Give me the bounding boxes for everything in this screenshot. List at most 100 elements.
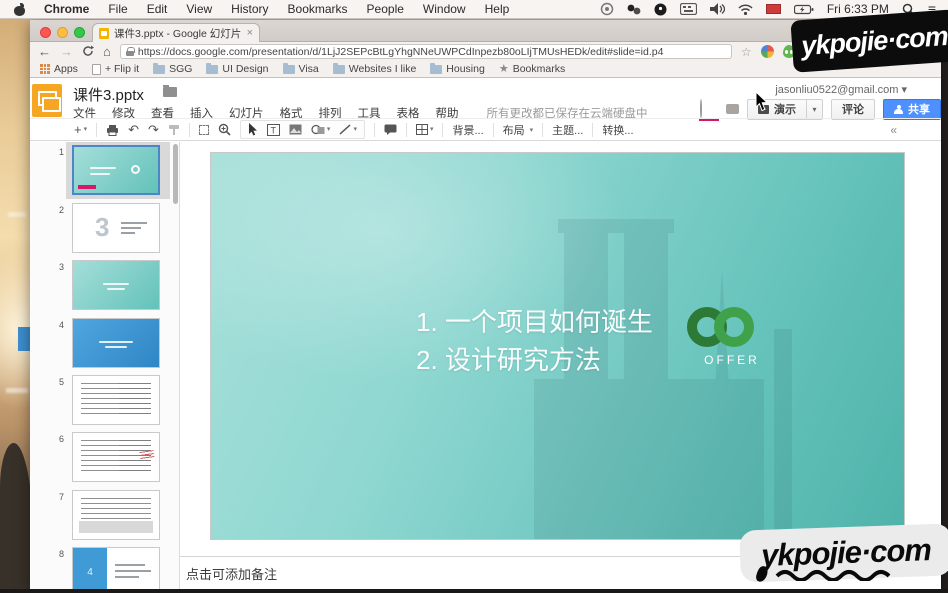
paw-status-icon[interactable] xyxy=(627,3,641,16)
zoom-icon[interactable] xyxy=(218,123,231,136)
address-bar[interactable]: https://docs.google.com/presentation/d/1… xyxy=(120,44,732,59)
anonymous-viewer-avatar[interactable] xyxy=(700,100,718,118)
wifi-icon[interactable] xyxy=(738,4,753,15)
layout-button[interactable]: 布局▾ xyxy=(503,122,534,138)
present-options-caret[interactable]: ▾ xyxy=(807,99,823,120)
bookmark-folder-websites[interactable]: Websites I like xyxy=(333,63,417,75)
desktop-label-fragment xyxy=(6,388,28,393)
thumbnail-row-2[interactable]: 2 3 xyxy=(30,203,180,259)
insert-table-icon[interactable]: ▾ xyxy=(416,124,434,135)
slide-3-thumbnail[interactable] xyxy=(72,260,160,310)
close-window-button[interactable] xyxy=(40,27,51,38)
menu-file[interactable]: File xyxy=(108,2,127,16)
bookmark-folder-visa[interactable]: Visa xyxy=(283,63,319,75)
input-source-icon[interactable] xyxy=(680,3,697,15)
url-text: https://docs.google.com/presentation/d/1… xyxy=(138,46,664,58)
bookmark-apps[interactable]: Apps xyxy=(40,63,78,75)
reload-button[interactable] xyxy=(82,45,94,59)
menu-bookmarks[interactable]: Bookmarks xyxy=(288,2,348,16)
home-button[interactable]: ⌂ xyxy=(103,45,111,58)
undo-icon[interactable]: ↶ xyxy=(128,123,139,136)
thumbnail-row-4[interactable]: 4 xyxy=(30,318,180,374)
slide-title-text[interactable]: 1. 一个项目如何诞生 2. 设计研究方法 xyxy=(416,303,653,379)
swirl-status-icon[interactable] xyxy=(600,2,614,16)
theme-button[interactable]: 主题... xyxy=(552,122,583,138)
dark-circle-status-icon[interactable] xyxy=(654,3,667,16)
insert-image-icon[interactable] xyxy=(289,124,302,135)
thumbnail-row-1[interactable]: 1 xyxy=(30,145,180,201)
slide-4-thumbnail[interactable] xyxy=(72,318,160,368)
transition-button[interactable]: 转换... xyxy=(602,122,633,138)
zoom-fit-icon[interactable] xyxy=(199,125,209,135)
speaker-notes-placeholder[interactable]: 点击可添加备注 xyxy=(186,564,277,583)
apple-menu-icon[interactable] xyxy=(14,3,25,16)
bookmark-star-icon[interactable]: ☆ xyxy=(741,45,752,59)
menu-view[interactable]: View xyxy=(186,2,212,16)
person-icon xyxy=(894,105,903,114)
new-slide-button[interactable]: +▾ xyxy=(74,123,87,136)
menu-history[interactable]: History xyxy=(231,2,268,16)
folder-icon xyxy=(333,65,345,74)
thumbnail-row-8[interactable]: 8 4 xyxy=(30,547,180,593)
slide-7-thumbnail[interactable] xyxy=(72,490,160,540)
document-title[interactable]: 课件3.pptx xyxy=(73,84,144,105)
https-lock-icon xyxy=(126,47,134,56)
folder-icon xyxy=(283,65,295,74)
watermark-top: ykpojie·com xyxy=(790,9,948,72)
menu-window[interactable]: Window xyxy=(423,2,466,16)
wallpaper-rocks xyxy=(0,443,34,593)
folder-icon xyxy=(430,65,442,74)
bookmark-bookmarks[interactable]: ★ Bookmarks xyxy=(499,63,565,75)
share-button[interactable]: 共享 xyxy=(883,99,941,120)
slides-app-icon[interactable] xyxy=(32,84,62,117)
select-cursor-icon[interactable] xyxy=(248,123,258,136)
slide-6-thumbnail[interactable] xyxy=(72,432,160,482)
redo-icon[interactable]: ↷ xyxy=(148,123,159,136)
menu-edit[interactable]: Edit xyxy=(147,2,168,16)
back-button[interactable]: ← xyxy=(38,45,51,58)
close-tab-icon[interactable]: × xyxy=(247,27,253,39)
thumbnail-row-7[interactable]: 7 xyxy=(30,490,180,546)
move-to-folder-icon[interactable] xyxy=(163,87,177,97)
insert-shape-icon[interactable]: ▾ xyxy=(311,124,331,135)
account-email[interactable]: jasonliu0522@gmail.com ▾ xyxy=(775,83,907,96)
slide-8-thumbnail[interactable]: 4 xyxy=(72,547,160,593)
insert-line-icon[interactable]: ▾ xyxy=(339,124,357,135)
wallpaper-bottom-strip xyxy=(0,589,948,593)
comment-bubble-icon[interactable] xyxy=(726,104,739,114)
slide-1-thumbnail[interactable] xyxy=(72,145,160,195)
toolbar-overflow-icon[interactable]: « xyxy=(890,123,897,137)
minimize-window-button[interactable] xyxy=(57,27,68,38)
bookmark-folder-ui-design[interactable]: UI Design xyxy=(206,63,268,75)
offer-logo[interactable]: OFFER xyxy=(687,307,777,367)
print-icon[interactable] xyxy=(106,124,119,136)
insert-comment-icon[interactable] xyxy=(384,124,397,135)
menu-help[interactable]: Help xyxy=(485,2,510,16)
slide-text-line-2: 2. 设计研究方法 xyxy=(416,341,653,379)
extension-wheel-icon[interactable] xyxy=(761,45,774,58)
thumbnail-number: 4 xyxy=(30,320,64,330)
bookmark-folder-sgg[interactable]: SGG xyxy=(153,63,192,75)
desktop-icon-fragment[interactable] xyxy=(18,327,30,351)
text-box-icon[interactable]: T xyxy=(267,124,280,136)
thumbnail-table-shading xyxy=(79,521,153,533)
thumbnail-row-5[interactable]: 5 xyxy=(30,375,180,431)
thumbnail-row-3[interactable]: 3 xyxy=(30,260,180,316)
zoom-window-button[interactable] xyxy=(74,27,85,38)
menu-people[interactable]: People xyxy=(367,2,404,16)
slide-5-thumbnail[interactable] xyxy=(72,375,160,425)
thumbnail-row-6[interactable]: 6 xyxy=(30,432,180,488)
slide-canvas[interactable]: 1. 一个项目如何诞生 2. 设计研究方法 OFFER xyxy=(210,152,905,540)
bookmark-flip-it[interactable]: + Flip it xyxy=(92,63,139,75)
menu-app-name[interactable]: Chrome xyxy=(44,2,89,16)
bookmark-folder-housing[interactable]: Housing xyxy=(430,63,485,75)
input-language-flag-icon[interactable] xyxy=(766,4,781,14)
background-button[interactable]: 背景... xyxy=(452,122,483,138)
paint-format-icon[interactable] xyxy=(168,124,180,136)
slide-2-thumbnail[interactable]: 3 xyxy=(72,203,160,253)
comments-button[interactable]: 评论 xyxy=(831,99,875,120)
browser-tab[interactable]: 课件3.pptx - Google 幻灯片 × xyxy=(92,23,260,42)
insert-tools-group: T ▾ ▾ xyxy=(240,120,365,139)
forward-button[interactable]: → xyxy=(60,45,73,58)
volume-icon[interactable] xyxy=(710,3,725,15)
